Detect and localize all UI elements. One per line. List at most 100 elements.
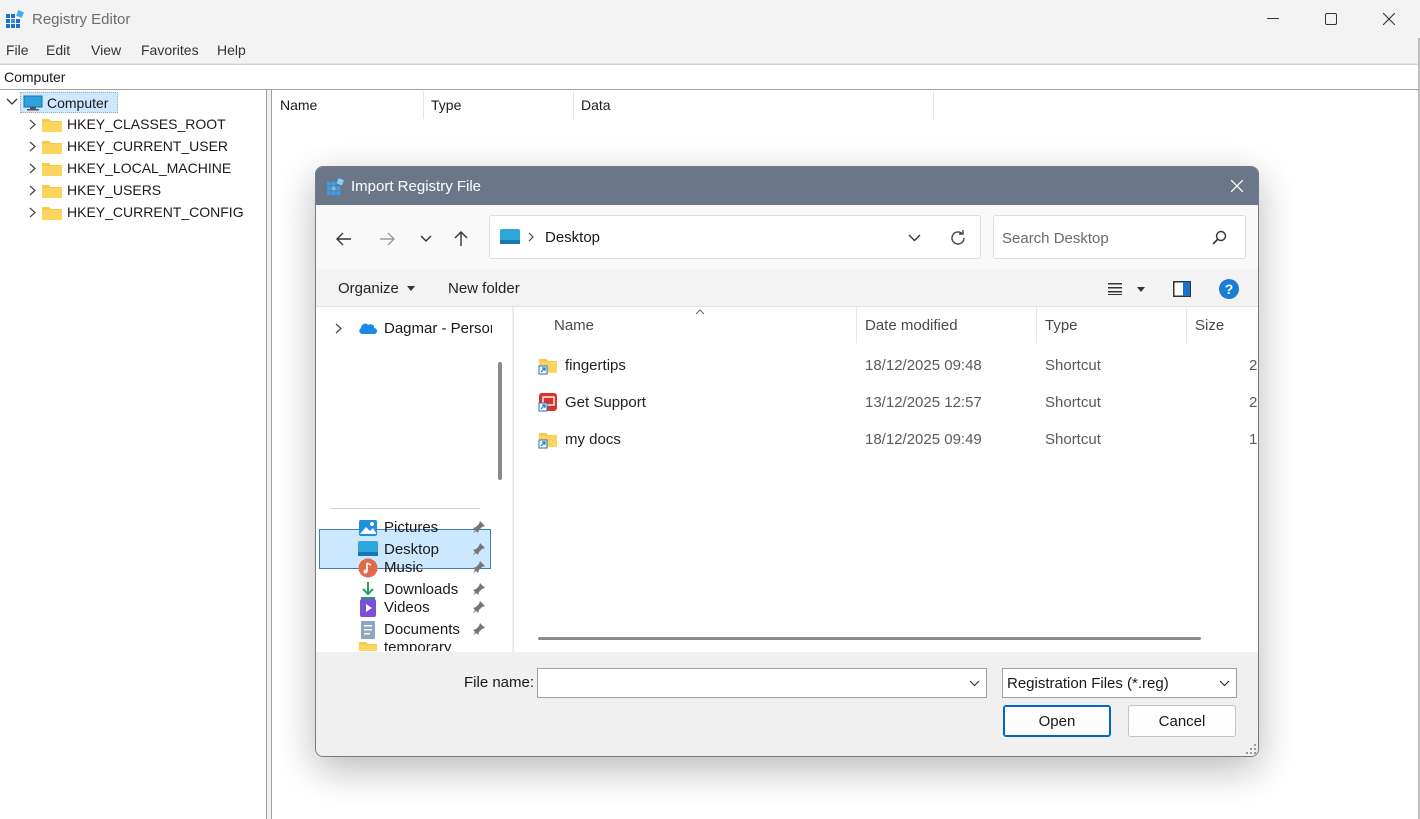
resize-grip-icon[interactable]: [1246, 744, 1256, 754]
file-row[interactable]: my docs 18/12/2025 09:49 Shortcut 1: [514, 421, 1258, 458]
nav-pane-scrollbar[interactable]: [498, 362, 502, 480]
file-name-input[interactable]: [544, 674, 944, 692]
menu-help[interactable]: Help: [217, 42, 246, 58]
arrow-left-icon: [336, 232, 351, 246]
up-button[interactable]: [447, 225, 475, 253]
column-header-date-modified[interactable]: Date modified: [857, 307, 1037, 343]
organize-label: Organize: [338, 280, 399, 297]
file-size: 1: [1249, 431, 1258, 448]
dialog-title: Import Registry File: [351, 178, 482, 195]
minimize-button[interactable]: [1244, 0, 1302, 38]
file-date: 13/12/2025 12:57: [865, 394, 982, 411]
search-icon[interactable]: [1212, 230, 1227, 245]
arrow-up-icon: [454, 231, 468, 246]
dialog-close-button[interactable]: [1214, 167, 1258, 205]
help-icon[interactable]: ?: [1219, 279, 1239, 299]
svg-text:?: ?: [1225, 281, 1234, 297]
view-options-icon[interactable]: [1108, 283, 1122, 295]
tree-item-hkey-users[interactable]: HKEY_USERS: [0, 179, 267, 201]
path-bar[interactable]: Desktop: [489, 215, 981, 259]
close-icon: [1231, 180, 1243, 192]
nav-pane-lower: [316, 307, 512, 652]
tree-item-label: HKEY_LOCAL_MACHINE: [67, 160, 232, 176]
address-text: Computer: [4, 69, 66, 85]
file-type: Shortcut: [1045, 357, 1101, 374]
chevron-down-icon: [420, 235, 432, 242]
file-type: Shortcut: [1045, 394, 1101, 411]
search-box[interactable]: [993, 215, 1246, 259]
dialog-title-bar: Import Registry File: [316, 167, 1258, 205]
file-name-combobox[interactable]: [537, 668, 987, 698]
tree-item-computer[interactable]: Computer: [0, 91, 267, 113]
title-bar: Registry Editor: [0, 0, 1420, 38]
forward-button[interactable]: [373, 225, 401, 253]
file-date: 18/12/2025 09:49: [865, 431, 982, 448]
search-input[interactable]: [1002, 227, 1202, 249]
chevron-down-icon[interactable]: [6, 98, 18, 106]
cancel-button[interactable]: Cancel: [1128, 705, 1236, 737]
column-header-name[interactable]: Name: [514, 307, 857, 343]
menu-edit[interactable]: Edit: [46, 42, 70, 58]
file-type: Shortcut: [1045, 431, 1101, 448]
arrow-right-icon: [380, 232, 395, 246]
column-header-data[interactable]: Data: [574, 91, 934, 119]
window-title: Registry Editor: [32, 11, 131, 28]
tree-item-hkey-current-config[interactable]: HKEY_CURRENT_CONFIG: [0, 201, 267, 223]
dialog-footer: File name: Registration Files (*.reg) Op…: [316, 652, 1258, 756]
caret-down-icon: [407, 286, 416, 291]
horizontal-scrollbar[interactable]: [538, 637, 1201, 640]
file-row[interactable]: fingertips 18/12/2025 09:48 Shortcut 2: [514, 347, 1258, 384]
menu-favorites[interactable]: Favorites: [141, 42, 199, 58]
import-registry-dialog: Import Registry File Desktop Search Desk…: [315, 166, 1259, 757]
tree-item-hkey-current-user[interactable]: HKEY_CURRENT_USER: [0, 135, 267, 157]
file-date: 18/12/2025 09:48: [865, 357, 982, 374]
file-size: 2: [1249, 357, 1258, 374]
chevron-right-icon[interactable]: [29, 207, 36, 218]
close-icon: [1383, 13, 1395, 25]
chevron-right-icon: [528, 232, 534, 242]
file-type-select[interactable]: Registration Files (*.reg): [1002, 668, 1237, 698]
file-row[interactable]: Get Support 13/12/2025 12:57 Shortcut 2: [514, 384, 1258, 421]
chevron-down-icon[interactable]: [908, 234, 921, 242]
pane-splitter[interactable]: [267, 90, 272, 819]
folder-icon: [42, 119, 62, 132]
menu-view[interactable]: View: [91, 42, 121, 58]
chevron-right-icon[interactable]: [29, 163, 36, 174]
file-list: Name Date modified Type Size fingertips …: [513, 307, 1258, 652]
file-type-value: Registration Files (*.reg): [1007, 675, 1169, 692]
recent-locations-button[interactable]: [412, 225, 440, 253]
file-name: Get Support: [565, 394, 646, 411]
refresh-icon[interactable]: [949, 229, 967, 247]
column-header-size[interactable]: Size: [1187, 307, 1258, 343]
tree-item-hkey-classes-root[interactable]: HKEY_CLASSES_ROOT: [0, 113, 267, 135]
preview-pane-icon[interactable]: [1173, 281, 1191, 297]
values-list-header: Name Type Data: [273, 91, 1418, 119]
new-folder-button[interactable]: New folder: [448, 280, 520, 297]
organize-button[interactable]: Organize: [338, 280, 416, 297]
menu-file[interactable]: File: [6, 42, 29, 58]
address-bar[interactable]: Computer: [0, 64, 1418, 90]
chevron-down-icon[interactable]: [969, 680, 980, 687]
file-name-label: File name:: [464, 674, 535, 691]
registry-editor-icon: [6, 10, 24, 28]
menu-bar: File Edit View Favorites Help: [0, 38, 1420, 64]
column-header-type[interactable]: Type: [1037, 307, 1187, 343]
tree-item-hkey-local-machine[interactable]: HKEY_LOCAL_MACHINE: [0, 157, 267, 179]
caret-down-icon[interactable]: [1137, 287, 1145, 292]
chevron-right-icon[interactable]: [29, 141, 36, 152]
column-header-name[interactable]: Name: [273, 91, 424, 119]
folder-icon: [42, 141, 62, 154]
column-header-type[interactable]: Type: [424, 91, 574, 119]
chevron-down-icon: [1219, 680, 1230, 687]
desktop-icon: [500, 229, 520, 244]
folder-icon: [42, 185, 62, 198]
open-button[interactable]: Open: [1003, 705, 1111, 737]
file-name: my docs: [565, 431, 621, 448]
chevron-right-icon[interactable]: [29, 119, 36, 130]
back-button[interactable]: [330, 225, 358, 253]
chevron-right-icon[interactable]: [29, 185, 36, 196]
close-button[interactable]: [1360, 0, 1418, 38]
current-location: Desktop: [545, 229, 601, 246]
maximize-button[interactable]: [1302, 0, 1360, 38]
app-shortcut-icon: [538, 393, 557, 412]
